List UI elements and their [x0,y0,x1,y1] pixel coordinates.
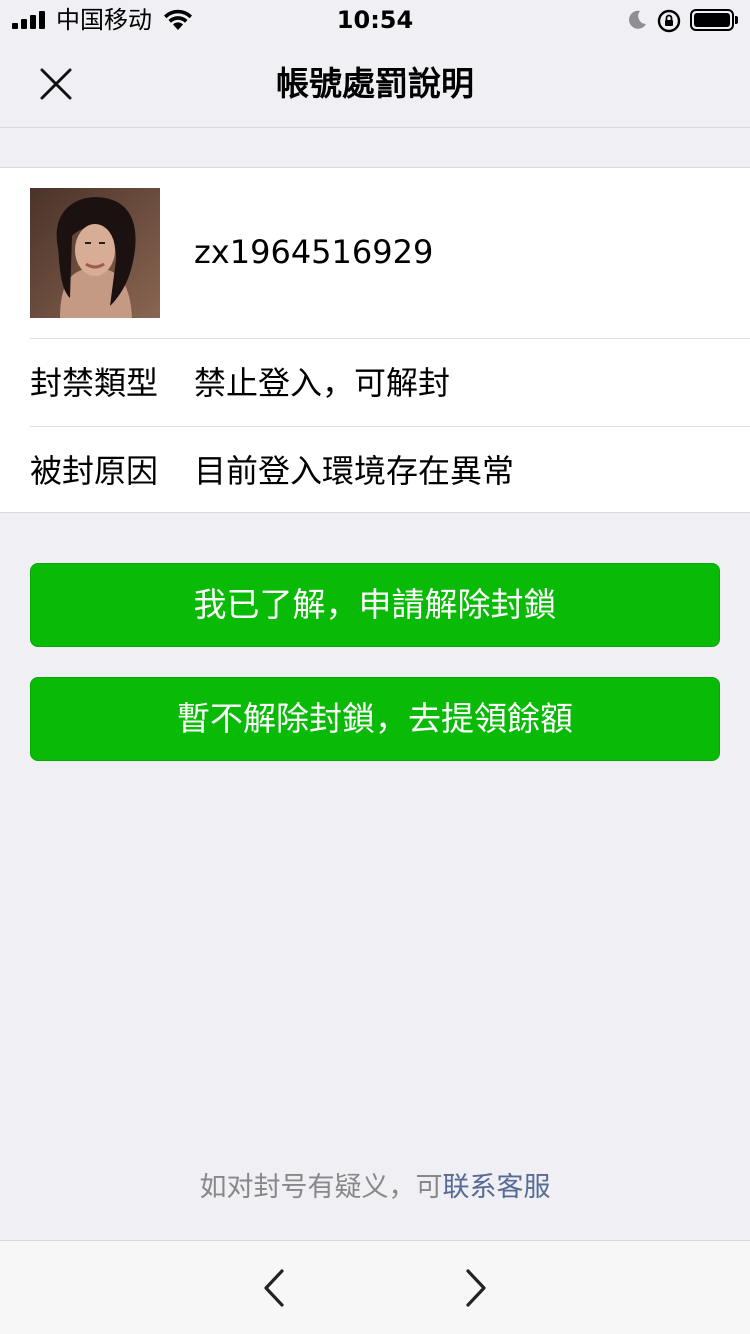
ban-type-value: 禁止登入，可解封 [194,364,451,402]
avatar [30,188,160,318]
forward-button[interactable] [451,1263,501,1313]
screen: 中国移动 10:54 帳號處罰說明 zx1964516929 封禁類型 禁止登入… [0,0,750,1334]
account-info-card: zx1964516929 封禁類型 禁止登入，可解封 被封原因 目前登入環境存在… [0,167,750,513]
footer-note: 如对封号有疑义，可联系客服 [0,1170,750,1206]
footer-note-text: 如对封号有疑义，可 [199,1172,443,1203]
chevron-left-icon [264,1269,284,1307]
ban-reason-value: 目前登入環境存在異常 [194,452,515,490]
bottom-toolbar [0,1240,750,1334]
withdraw-balance-button[interactable]: 暫不解除封鎖，去提領餘額 [30,677,720,761]
ban-reason-label: 被封原因 [30,452,159,490]
username: zx1964516929 [194,233,434,271]
battery-icon [690,9,738,31]
contact-support-link[interactable]: 联系客服 [443,1172,551,1203]
request-unban-button[interactable]: 我已了解，申請解除封鎖 [30,563,720,647]
user-row: zx1964516929 [0,168,750,338]
back-button[interactable] [249,1263,299,1313]
status-bar: 中国移动 10:54 [0,0,750,40]
chevron-right-icon [466,1269,486,1307]
ban-type-row: 封禁類型 禁止登入，可解封 [0,339,750,427]
rotation-lock-icon [657,9,681,33]
ban-reason-row: 被封原因 目前登入環境存在異常 [0,427,750,515]
moon-icon [629,10,646,29]
ban-type-label: 封禁類型 [30,364,159,402]
top-bar: 中国移动 10:54 帳號處罰說明 [0,0,750,128]
page-title: 帳號處罰說明 [276,64,474,103]
